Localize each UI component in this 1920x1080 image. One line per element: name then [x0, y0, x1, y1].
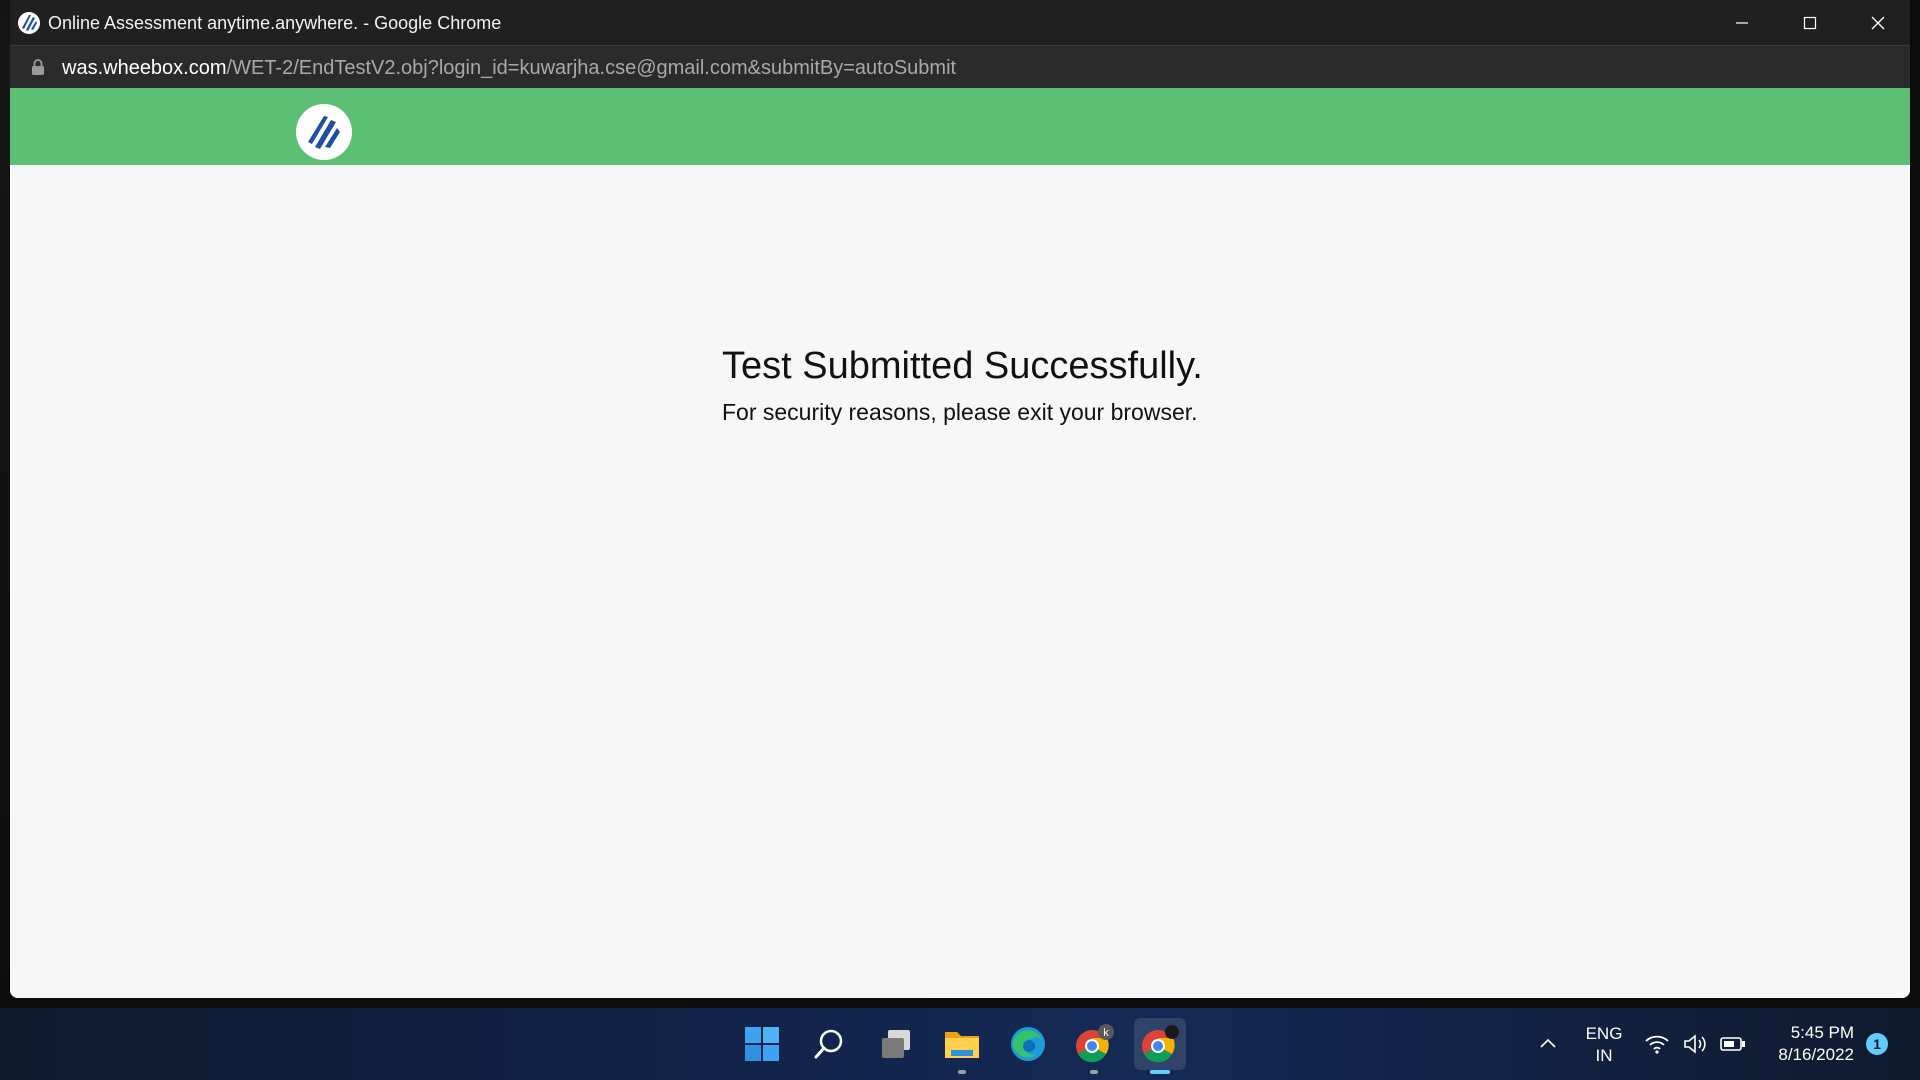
wifi-icon	[1645, 1035, 1669, 1054]
chrome-profile-button[interactable]: k	[1072, 1022, 1116, 1074]
task-view-icon	[882, 1030, 910, 1058]
windows-start-icon	[745, 1027, 779, 1061]
profile-badge-letter: k	[1103, 1027, 1109, 1039]
battery-icon	[1720, 1037, 1745, 1051]
title-bar: Online Assessment anytime.anywhere. - Go…	[10, 0, 1910, 45]
url-path: /WET-2/EndTestV2.obj?login_id=kuwarjha.c…	[226, 57, 957, 79]
security-message: For security reasons, please exit your b…	[722, 399, 1198, 425]
clock[interactable]: 5:45 PM 8/16/2022	[1756, 1022, 1854, 1066]
search-icon	[814, 1029, 843, 1059]
battery-button[interactable]	[1716, 1022, 1750, 1066]
wifi-button[interactable]	[1640, 1022, 1674, 1066]
wheebox-logo	[296, 104, 352, 160]
show-hidden-icons-button[interactable]	[1526, 1022, 1570, 1066]
submission-heading: Test Submitted Successfully.	[722, 345, 1203, 387]
file-explorer-button[interactable]	[940, 1022, 984, 1074]
edge-button[interactable]	[1006, 1022, 1050, 1066]
maximize-button[interactable]	[1776, 0, 1844, 45]
task-view-button[interactable]	[874, 1022, 918, 1066]
running-indicator	[1090, 1070, 1098, 1074]
region-code: IN	[1595, 1046, 1613, 1065]
volume-button[interactable]	[1678, 1022, 1712, 1066]
close-button[interactable]	[1844, 0, 1910, 45]
clock-date: 8/16/2022	[1778, 1045, 1854, 1064]
url-text[interactable]: was.wheebox.com/WET-2/EndTestV2.obj?logi…	[62, 57, 956, 80]
language-code: ENG	[1585, 1024, 1623, 1043]
clock-time: 5:45 PM	[1790, 1023, 1854, 1042]
language-indicator[interactable]: ENG IN	[1580, 1023, 1628, 1067]
minimize-button[interactable]	[1708, 0, 1776, 45]
search-button[interactable]	[807, 1022, 851, 1066]
window-title: Online Assessment anytime.anywhere. - Go…	[48, 13, 502, 33]
maximize-icon	[1803, 16, 1817, 29]
page-content: Test Submitted Successfully. For securit…	[10, 165, 1910, 998]
chrome-profile-icon: k	[1076, 1024, 1114, 1063]
chrome-button[interactable]	[1134, 1018, 1186, 1074]
notification-badge[interactable]: 1	[1866, 1033, 1888, 1055]
taskbar: k ENG IN 5:45 PM 8/16/2022	[0, 1008, 1920, 1080]
chrome-icon	[1142, 1025, 1179, 1063]
address-bar[interactable]: was.wheebox.com/WET-2/EndTestV2.obj?logi…	[10, 45, 1910, 89]
url-domain: was.wheebox.com	[62, 57, 227, 79]
start-button[interactable]	[740, 1022, 784, 1066]
close-icon	[1871, 16, 1885, 29]
edge-icon	[1011, 1027, 1045, 1061]
wheebox-app-icon	[18, 12, 40, 34]
running-indicator	[958, 1070, 966, 1074]
file-explorer-icon	[945, 1032, 979, 1058]
chevron-up-icon	[1540, 1038, 1556, 1048]
active-indicator	[1150, 1070, 1170, 1074]
minimize-icon	[1736, 21, 1748, 24]
volume-icon	[1684, 1034, 1706, 1054]
site-header	[10, 88, 1910, 165]
browser-window: Online Assessment anytime.anywhere. - Go…	[10, 0, 1910, 998]
lock-icon	[32, 59, 44, 75]
